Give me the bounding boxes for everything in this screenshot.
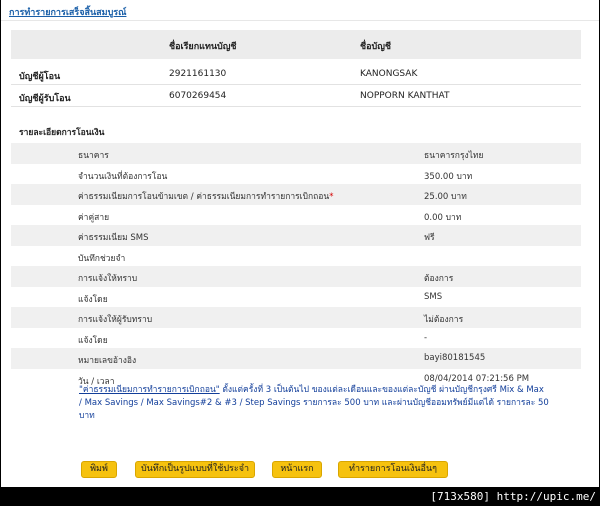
accounts-table-header: ชื่อเรียกแทนบัญชี ชื่อบัญชี bbox=[11, 30, 581, 59]
detail-row-recipient-notify-by: แจ้งโดย - bbox=[11, 328, 581, 349]
detail-label: ธนาคาร bbox=[78, 151, 109, 161]
detail-label: ค่าธรรมเนียมการโอนข้ามเขต / ค่าธรรมเนียม… bbox=[78, 192, 330, 202]
detail-label: แจ้งโดย bbox=[78, 294, 108, 305]
detail-value: SMS bbox=[424, 291, 443, 302]
required-marker: * bbox=[329, 192, 334, 202]
divider bbox=[1, 20, 599, 21]
sender-account-number: 2921161130 bbox=[169, 69, 227, 79]
detail-row-line-fee: ค่าคู่สาย 0.00 บาท bbox=[11, 205, 581, 226]
detail-value: ธนาคารกรุงไทย bbox=[424, 151, 484, 161]
detail-row-sms-fee: ค่าธรรมเนียม SMS ฟรี bbox=[11, 225, 581, 246]
detail-value: bayi80181545 bbox=[424, 353, 486, 363]
fee-note: "ค่าธรรมเนียมการทำรายการเบิกถอน" ตั้งแต่… bbox=[79, 384, 549, 423]
detail-row-reference: หมายเลขอ้างอิง bayi80181545 bbox=[11, 348, 581, 369]
detail-row-notify: การแจ้งให้ทราบ ต้องการ bbox=[11, 266, 581, 287]
page-frame: การทำรายการเสร็จสิ้นสมบูรณ์ ชื่อเรียกแทน… bbox=[1, 0, 599, 487]
save-template-button[interactable]: บันทึกเป็นรูปแบบที่ใช้ประจำ bbox=[135, 461, 255, 478]
transfer-details-table: ธนาคาร ธนาคารกรุงไทย จำนวนเงินที่ต้องการ… bbox=[11, 143, 581, 389]
table-row-recipient: บัญชีผู้รับโอน 6070269454 NOPPORN KANTHA… bbox=[11, 85, 581, 107]
fee-note-term: "ค่าธรรมเนียมการทำรายการเบิกถอน" bbox=[79, 385, 220, 395]
print-button[interactable]: พิมพ์ bbox=[81, 461, 117, 478]
detail-row-bank: ธนาคาร ธนาคารกรุงไทย bbox=[11, 143, 581, 164]
watermark-text: [713x580] http://upic.me/ bbox=[430, 490, 596, 503]
sender-label: บัญชีผู้โอน bbox=[19, 72, 61, 82]
detail-label: บันทึกช่วยจำ bbox=[78, 253, 126, 264]
recipient-account-name: NOPPORN KANTHAT bbox=[360, 91, 450, 101]
recipient-label: บัญชีผู้รับโอน bbox=[19, 94, 71, 104]
detail-value: 350.00 บาท bbox=[424, 171, 473, 182]
sender-account-name: KANONGSAK bbox=[360, 69, 418, 79]
home-button[interactable]: หน้าแรก bbox=[272, 461, 322, 478]
detail-value: 0.00 บาท bbox=[424, 212, 462, 223]
detail-value: ฟรี bbox=[424, 233, 435, 243]
detail-label: การแจ้งให้ผู้รับทราบ bbox=[78, 315, 153, 325]
detail-row-notify-recipient: การแจ้งให้ผู้รับทราบ ไม่ต้องการ bbox=[11, 307, 581, 328]
detail-label: จำนวนเงินที่ต้องการโอน bbox=[78, 171, 168, 182]
page-title: การทำรายการเสร็จสิ้นสมบูรณ์ bbox=[9, 8, 127, 18]
detail-label: แจ้งโดย bbox=[78, 335, 108, 346]
detail-label: หมายเลขอ้างอิง bbox=[78, 356, 137, 366]
table-row-sender: บัญชีผู้โอน 2921161130 KANONGSAK bbox=[11, 63, 581, 85]
col-header-nickname: ชื่อเรียกแทนบัญชี bbox=[169, 42, 237, 52]
detail-label-fee: ค่าธรรมเนียมการโอนข้ามเขต / ค่าธรรมเนียม… bbox=[78, 189, 333, 203]
transfer-details-title: รายละเอียดการโอนเงิน bbox=[19, 128, 105, 138]
detail-row-notify-by: แจ้งโดย SMS bbox=[11, 287, 581, 308]
detail-value: 25.00 บาท bbox=[424, 192, 467, 202]
detail-row-fee: ค่าธรรมเนียมการโอนข้ามเขต / ค่าธรรมเนียม… bbox=[11, 184, 581, 205]
detail-row-memo: บันทึกช่วยจำ bbox=[11, 246, 581, 267]
detail-row-amount: จำนวนเงินที่ต้องการโอน 350.00 บาท bbox=[11, 164, 581, 185]
detail-value: ต้องการ bbox=[424, 274, 454, 284]
detail-value: ไม่ต้องการ bbox=[424, 315, 464, 325]
col-header-account-name: ชื่อบัญชี bbox=[360, 42, 392, 52]
detail-value: - bbox=[424, 332, 428, 343]
recipient-account-number: 6070269454 bbox=[169, 91, 227, 101]
new-transfer-button[interactable]: ทำรายการโอนเงินอื่นๆ bbox=[338, 461, 448, 478]
detail-label: ค่าคู่สาย bbox=[78, 212, 110, 223]
detail-value: 08/04/2014 07:21:56 PM bbox=[424, 373, 530, 384]
detail-label: ค่าธรรมเนียม SMS bbox=[78, 233, 149, 243]
detail-label: การแจ้งให้ทราบ bbox=[78, 274, 138, 284]
